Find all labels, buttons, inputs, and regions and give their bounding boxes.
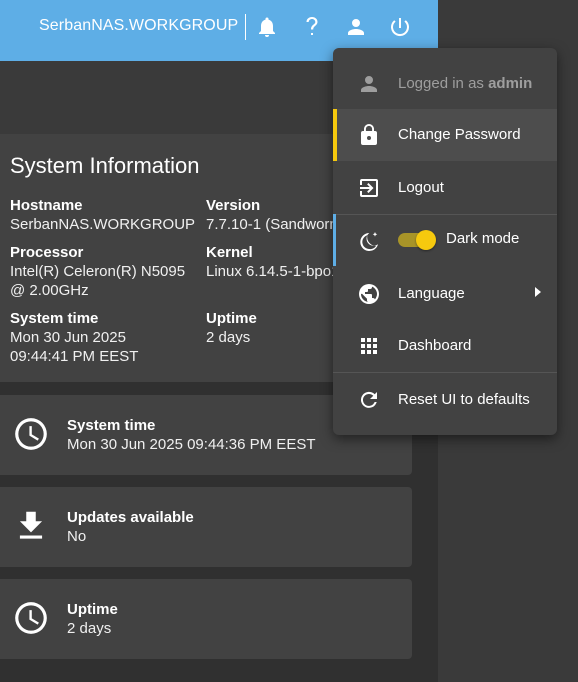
menu-divider [333,372,557,373]
uptime-widget: Uptime 2 days [0,579,412,659]
account-icon[interactable] [343,14,369,40]
help-icon[interactable] [299,14,325,40]
logged-in-label: Logged in as admin [398,75,532,92]
processor-label: Processor [10,244,84,261]
toggle-knob [416,230,436,250]
grid-icon [357,334,381,358]
system-time-value-line1: Mon 30 Jun 2025 [10,329,126,346]
widget-value: No [67,528,87,545]
logout-item[interactable]: Logout [333,162,557,214]
change-password-label: Change Password [398,126,521,143]
processor-value-line1: Intel(R) Celeron(R) N5095 [10,263,186,280]
clock-icon [12,599,50,637]
widget-title: System time [67,417,156,434]
logout-icon [357,176,381,200]
widget-title: Uptime [67,601,118,618]
language-item[interactable]: Language [333,268,557,320]
change-password-item[interactable]: Change Password [333,109,557,161]
logged-in-prefix: Logged in as [398,75,489,92]
power-icon[interactable] [387,14,413,40]
processor-value-line2: @ 2.00GHz [10,282,89,299]
bell-icon[interactable] [254,14,280,40]
hostname-field: Hostname SerbanNAS.WORKGROUP [10,196,195,234]
account-icon [357,72,381,96]
user-menu: Logged in as admin Change Password Logou… [333,48,557,435]
widget-value: 2 days [67,620,112,637]
username: admin [488,75,533,92]
header-divider [245,14,246,40]
language-label: Language [398,285,465,302]
reset-ui-label: Reset UI to defaults [398,391,530,408]
download-icon [12,507,50,545]
hostname-value: SerbanNAS.WORKGROUP [10,216,196,233]
dark-mode-item[interactable]: Dark mode [333,214,557,266]
hostname-title: SerbanNAS.WORKGROUP [39,17,239,34]
processor-field: Processor Intel(R) Celeron(R) N5095 @ 2.… [10,243,185,300]
dark-mode-label: Dark mode [446,230,520,247]
chevron-right-icon [535,287,541,297]
refresh-icon [357,388,381,412]
lock-icon [357,123,381,147]
widget-title: Updates available [67,509,194,526]
dashboard-item[interactable]: Dashboard [333,320,557,372]
clock-icon [12,415,50,453]
moon-icon [357,230,381,254]
logout-label: Logout [398,179,444,196]
globe-icon [357,282,381,306]
reset-ui-item[interactable]: Reset UI to defaults [333,374,557,426]
logged-in-info: Logged in as admin [333,58,557,110]
widget-value: Mon 30 Jun 2025 09:44:36 PM EEST [67,436,316,453]
dark-mode-toggle[interactable] [398,230,438,250]
system-time-field: System time Mon 30 Jun 2025 09:44:41 PM … [10,309,138,366]
system-time-value-line2: 09:44:41 PM EEST [10,348,139,365]
dashboard-label: Dashboard [398,337,472,354]
updates-widget: Updates available No [0,487,412,567]
card-title: System Information [10,153,200,178]
uptime-value: 2 days [206,329,251,346]
uptime-field: Uptime 2 days [206,309,257,347]
hostname-label: Hostname [10,197,83,214]
uptime-label: Uptime [206,310,257,327]
system-time-label: System time [10,310,99,327]
